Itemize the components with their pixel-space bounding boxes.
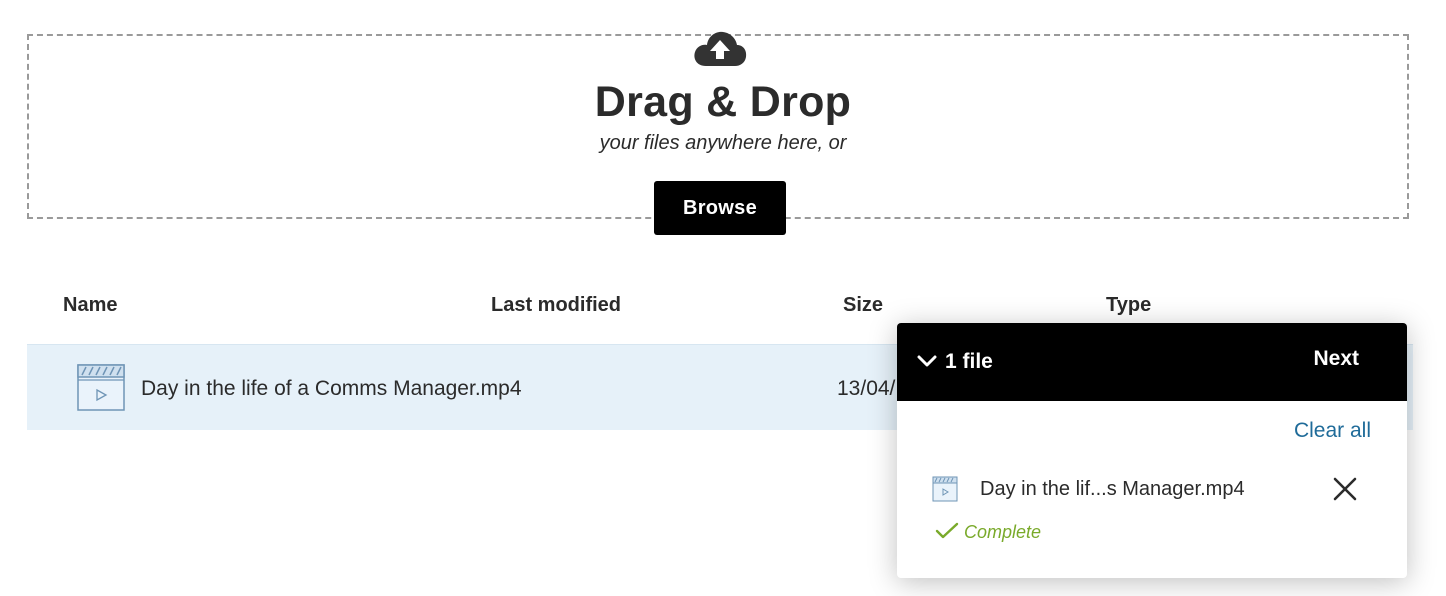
column-header-name[interactable]: Name [63,294,117,317]
clear-all-link[interactable]: Clear all [1294,419,1371,443]
file-last-modified: 13/04/ [837,377,896,400]
file-name: Day in the life of a Comms Manager.mp4 [141,377,522,400]
video-file-icon [77,364,125,411]
upload-panel-header: 1 file Next [897,323,1407,401]
chevron-down-icon[interactable] [917,354,937,368]
cloud-upload-icon [694,31,747,66]
next-button[interactable]: Next [1313,347,1359,371]
upload-file-count[interactable]: 1 file [945,350,993,374]
column-header-size[interactable]: Size [843,294,883,317]
close-icon[interactable] [1332,476,1358,502]
column-header-last-modified[interactable]: Last modified [491,294,621,317]
drop-subtitle: your files anywhere here, or [599,132,847,154]
drop-title: Drag & Drop [594,78,852,126]
checkmark-icon [935,522,959,539]
upload-panel: 1 file Next Clear all Day in the lif...s… [897,323,1407,578]
upload-item-name: Day in the lif...s Manager.mp4 [980,478,1245,500]
video-file-icon [932,476,958,502]
upload-status: Complete [964,522,1042,542]
column-header-type[interactable]: Type [1106,294,1151,317]
browse-button[interactable]: Browse [654,181,786,235]
